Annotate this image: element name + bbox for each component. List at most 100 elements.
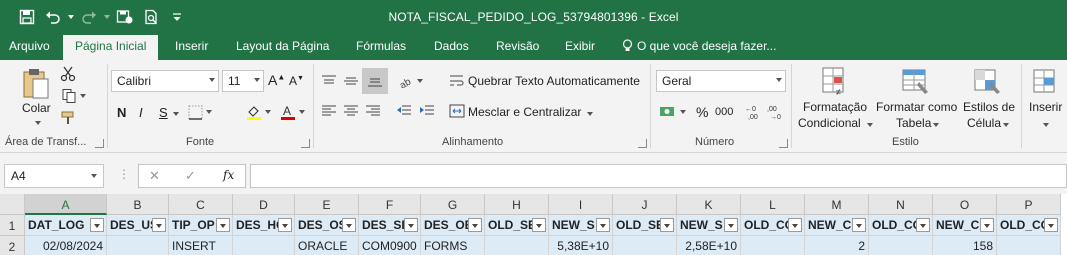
table-cell[interactable] bbox=[869, 236, 933, 255]
merge-center-icon[interactable] bbox=[448, 102, 466, 120]
copy-icon[interactable] bbox=[58, 86, 88, 106]
column-header-a[interactable]: A bbox=[25, 194, 107, 215]
column-header-d[interactable]: D bbox=[233, 194, 295, 215]
decrease-font-icon[interactable]: A▼ bbox=[289, 74, 304, 88]
table-header-cell[interactable]: OLD_SE bbox=[613, 215, 677, 236]
alignment-launcher-icon[interactable] bbox=[638, 139, 647, 148]
conditional-formatting-icon[interactable]: ≠ bbox=[818, 64, 852, 98]
column-header-o[interactable]: O bbox=[933, 194, 997, 215]
table-header-cell[interactable]: OLD_CC bbox=[869, 215, 933, 236]
align-top-icon[interactable] bbox=[318, 70, 340, 92]
increase-decimal-icon[interactable]: ←0,00 bbox=[744, 102, 764, 122]
orientation-icon[interactable]: ab bbox=[393, 70, 427, 92]
insert-cells-icon[interactable] bbox=[1030, 64, 1060, 98]
table-header-cell[interactable]: DES_OS bbox=[295, 215, 359, 236]
tab-revisao[interactable]: Revisão bbox=[496, 39, 539, 53]
table-header-cell[interactable]: OLD_CC bbox=[997, 215, 1061, 236]
paste-dropdown-icon[interactable] bbox=[32, 115, 41, 129]
wrap-text-icon[interactable] bbox=[448, 72, 466, 90]
column-header-f[interactable]: F bbox=[359, 194, 421, 215]
align-right-icon[interactable] bbox=[362, 100, 384, 122]
font-name-select[interactable]: Calibri bbox=[111, 70, 219, 92]
column-header-c[interactable]: C bbox=[169, 194, 233, 215]
wrap-text-button[interactable]: Quebrar Texto Automaticamente bbox=[468, 74, 640, 88]
font-launcher-icon[interactable] bbox=[301, 139, 310, 148]
table-header-cell[interactable]: DES_SI bbox=[359, 215, 421, 236]
filter-dropdown-icon[interactable] bbox=[980, 218, 994, 232]
table-cell[interactable] bbox=[613, 236, 677, 255]
paste-icon[interactable] bbox=[18, 66, 54, 102]
column-header-l[interactable]: L bbox=[741, 194, 805, 215]
align-middle-icon[interactable] bbox=[340, 70, 362, 92]
conditional-formatting-label-2[interactable]: Condicional bbox=[798, 116, 861, 130]
filter-dropdown-icon[interactable] bbox=[1044, 218, 1058, 232]
table-cell[interactable]: 5,38E+10 bbox=[549, 236, 613, 255]
thousands-button[interactable]: 000 bbox=[715, 106, 733, 118]
table-header-cell[interactable]: DES_US bbox=[107, 215, 169, 236]
filter-dropdown-icon[interactable] bbox=[724, 218, 738, 232]
borders-icon[interactable] bbox=[186, 102, 214, 122]
cell-styles-label-2[interactable]: Célula bbox=[967, 116, 1001, 130]
tab-pagina-inicial[interactable]: Página Inicial bbox=[63, 35, 159, 60]
filter-dropdown-icon[interactable] bbox=[788, 218, 802, 232]
table-cell[interactable]: INSERT bbox=[169, 236, 233, 255]
table-cell[interactable] bbox=[107, 236, 169, 255]
tab-exibir[interactable]: Exibir bbox=[565, 39, 595, 53]
number-launcher-icon[interactable] bbox=[779, 139, 788, 148]
filter-dropdown-icon[interactable] bbox=[278, 218, 292, 232]
enter-icon[interactable]: ✓ bbox=[185, 168, 196, 184]
format-table-dropdown-icon[interactable] bbox=[930, 117, 939, 131]
filter-dropdown-icon[interactable] bbox=[216, 218, 230, 232]
insert-cells-dropdown-icon[interactable] bbox=[1040, 117, 1049, 131]
increase-indent-icon[interactable] bbox=[416, 100, 438, 122]
table-cell[interactable]: COM0900 bbox=[359, 236, 421, 255]
filter-dropdown-icon[interactable] bbox=[404, 218, 418, 232]
filter-dropdown-icon[interactable] bbox=[916, 218, 930, 232]
table-cell[interactable]: 158 bbox=[933, 236, 997, 255]
clipboard-launcher-icon[interactable] bbox=[95, 139, 104, 148]
table-header-cell[interactable]: NEW_S bbox=[677, 215, 741, 236]
cell-styles-icon[interactable] bbox=[970, 64, 1004, 98]
filter-dropdown-icon[interactable] bbox=[90, 218, 104, 232]
fill-color-icon[interactable] bbox=[244, 102, 272, 122]
tab-formulas[interactable]: Fórmulas bbox=[356, 39, 406, 53]
table-header-cell[interactable]: NEW_S bbox=[549, 215, 613, 236]
table-cell[interactable]: 2,58E+10 bbox=[677, 236, 741, 255]
format-painter-icon[interactable] bbox=[58, 108, 78, 128]
column-header-n[interactable]: N bbox=[869, 194, 933, 215]
table-header-cell[interactable]: DES_HC bbox=[233, 215, 295, 236]
table-cell[interactable]: 02/08/2024 bbox=[25, 236, 107, 255]
table-header-cell[interactable]: DAT_LOG bbox=[25, 215, 107, 236]
align-center-icon[interactable] bbox=[340, 100, 362, 122]
increase-font-icon[interactable]: A▲ bbox=[268, 72, 285, 88]
table-header-cell[interactable]: NEW_C bbox=[805, 215, 869, 236]
tell-me-box[interactable]: O que você deseja fazer... bbox=[622, 39, 776, 53]
italic-button[interactable]: I bbox=[139, 105, 143, 120]
table-cell[interactable] bbox=[233, 236, 295, 255]
column-header-m[interactable]: M bbox=[805, 194, 869, 215]
bold-button[interactable]: N bbox=[117, 105, 126, 120]
tab-inserir[interactable]: Inserir bbox=[175, 39, 208, 53]
font-color-icon[interactable]: A bbox=[278, 102, 306, 122]
formula-input[interactable] bbox=[250, 164, 1067, 188]
filter-dropdown-icon[interactable] bbox=[152, 218, 166, 232]
filter-dropdown-icon[interactable] bbox=[532, 218, 546, 232]
cell-styles-dropdown-icon[interactable] bbox=[1000, 117, 1009, 131]
name-box[interactable]: A4 bbox=[4, 164, 104, 188]
tab-arquivo[interactable]: Arquivo bbox=[9, 39, 50, 53]
number-format-select[interactable]: Geral bbox=[656, 70, 786, 92]
filter-dropdown-icon[interactable] bbox=[342, 218, 356, 232]
filter-dropdown-icon[interactable] bbox=[468, 218, 482, 232]
decrease-indent-icon[interactable] bbox=[393, 100, 415, 122]
paste-label[interactable]: Colar bbox=[22, 101, 51, 115]
select-all-corner[interactable] bbox=[0, 194, 25, 215]
table-cell[interactable]: 2 bbox=[805, 236, 869, 255]
column-header-g[interactable]: G bbox=[421, 194, 485, 215]
cancel-icon[interactable]: ✕ bbox=[149, 168, 160, 184]
column-header-h[interactable]: H bbox=[485, 194, 549, 215]
filter-dropdown-icon[interactable] bbox=[596, 218, 610, 232]
table-cell[interactable] bbox=[741, 236, 805, 255]
insert-function-button[interactable]: fx bbox=[223, 168, 234, 182]
table-cell[interactable]: ORACLE bbox=[295, 236, 359, 255]
conditional-dropdown-icon[interactable] bbox=[864, 117, 873, 131]
